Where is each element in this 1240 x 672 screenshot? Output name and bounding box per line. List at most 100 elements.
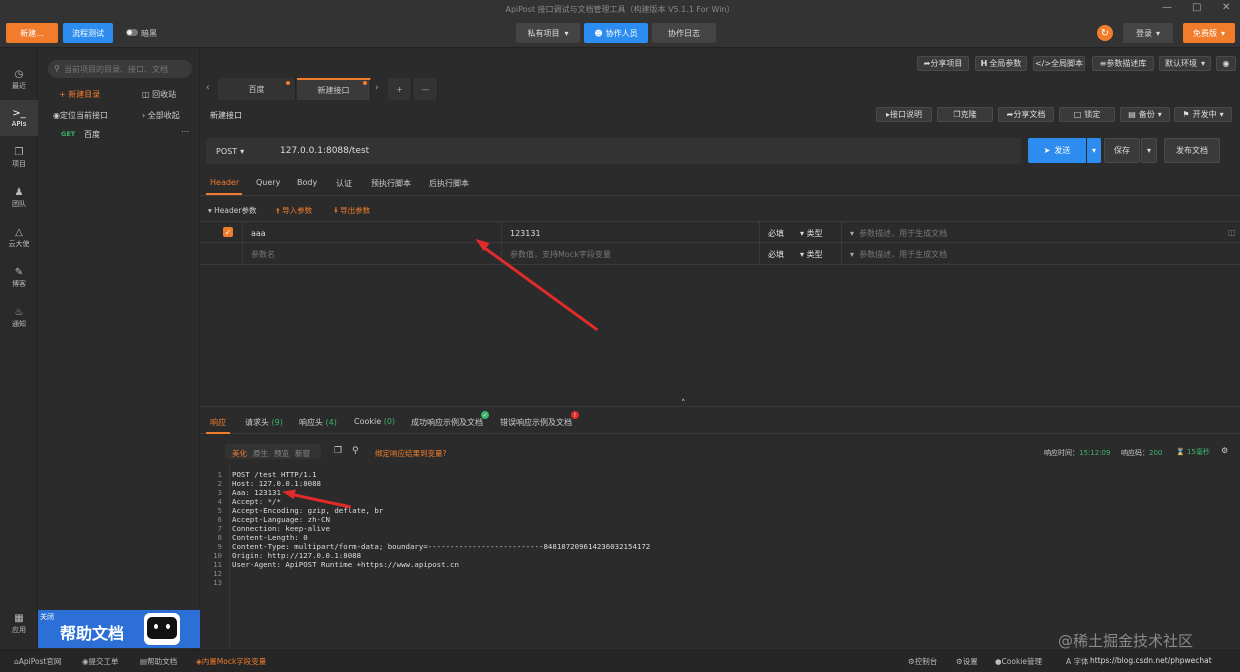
api-doc-button[interactable]: ▸ 接口说明 xyxy=(876,107,932,122)
nav-notice[interactable]: ♨ 通知 xyxy=(0,300,38,336)
tab-response[interactable]: 响应 xyxy=(210,417,226,428)
font-link[interactable]: A 字体 xyxy=(1066,656,1089,667)
tab-pre-script[interactable]: 预执行脚本 xyxy=(371,178,411,189)
publish-doc-button[interactable]: 发布文档 xyxy=(1164,138,1220,163)
copy-icon[interactable]: ❐ xyxy=(334,446,342,456)
nav-project[interactable]: ❐ 项目 xyxy=(0,140,38,176)
row-checkbox[interactable]: ✓ xyxy=(223,227,233,237)
sync-icon[interactable]: ↻ xyxy=(1097,25,1113,41)
share-project-button[interactable]: ➦ 分享项目 xyxy=(917,56,969,71)
api-name[interactable]: 新建接口 xyxy=(210,110,242,121)
free-edition-button[interactable]: 免费版 ▾ xyxy=(1183,23,1235,43)
tab-response-headers[interactable]: 响应头 (4) xyxy=(299,417,337,428)
tab-scroll-left-icon[interactable]: ‹ xyxy=(206,83,210,93)
new-folder-button[interactable]: + 新建目录 xyxy=(59,89,100,100)
tab-header[interactable]: Header xyxy=(210,178,239,187)
tab-body[interactable]: Body xyxy=(297,178,317,187)
tab-new-api[interactable]: 新建接口 xyxy=(297,78,371,100)
new-param-desc[interactable]: ▾ 参数描述，用于生成文档 xyxy=(842,243,1230,265)
tab-scroll-right-icon[interactable]: › xyxy=(375,83,379,93)
mock-link[interactable]: ◈内置Mock字段变量 xyxy=(196,656,266,667)
global-params-button[interactable]: H 全局参数 xyxy=(975,56,1027,71)
param-library-button[interactable]: ≡ 参数描述库 xyxy=(1092,56,1154,71)
response-body[interactable]: 1 POST /test HTTP/1.1 2 Host: 127.0.0.1:80… xyxy=(212,470,650,587)
nav-apis[interactable]: >_ APIs xyxy=(0,100,38,136)
search-icon[interactable]: ⚲ xyxy=(352,446,359,456)
search-input[interactable] xyxy=(48,60,192,78)
recycle-button[interactable]: ◫ 回收站 xyxy=(142,89,176,100)
env-select[interactable]: 默认环境 ▾ xyxy=(1159,56,1211,71)
settings-icon[interactable]: ⚙ xyxy=(1221,446,1228,455)
tab-cookie[interactable]: Cookie (0) xyxy=(354,417,395,426)
more-icon[interactable]: ⋯ xyxy=(181,127,189,136)
backup-button[interactable]: ▤ 备份 ▾ xyxy=(1120,107,1170,122)
help-banner[interactable]: 关闭 帮助文档 xyxy=(38,610,200,648)
clone-button[interactable]: ❐ 克隆 xyxy=(937,107,993,122)
new-button[interactable]: 新建... xyxy=(6,23,58,43)
tab-menu-button[interactable]: — xyxy=(414,78,438,100)
eye-icon[interactable]: ◉ xyxy=(1216,56,1236,71)
tab-request-headers[interactable]: 请求头 (9) xyxy=(245,417,283,428)
mode-raw[interactable]: 原生 xyxy=(253,448,268,459)
param-key[interactable]: aaa xyxy=(242,222,502,244)
save-button[interactable]: 保存 xyxy=(1104,138,1140,163)
tab-auth[interactable]: 认证 xyxy=(336,178,352,189)
send-dropdown[interactable]: ▾ xyxy=(1087,138,1101,163)
help-link[interactable]: ▤帮助文档 xyxy=(140,656,177,667)
bind-result-link[interactable]: 绑定响应结果到变量? xyxy=(375,448,446,459)
tab-query[interactable]: Query xyxy=(256,178,280,187)
header-params-section[interactable]: ▾ Header参数 xyxy=(208,205,256,216)
type-select[interactable]: ▾ 类型 xyxy=(792,222,842,244)
new-param-key[interactable]: 参数名 xyxy=(242,243,502,265)
panel-splitter[interactable] xyxy=(200,406,1240,407)
collab-button[interactable]: ☻ 协作人员 xyxy=(584,23,648,43)
param-value[interactable]: 123131 xyxy=(502,222,760,244)
nav-cloud[interactable]: △ 云大使 xyxy=(0,220,38,256)
nav-recent[interactable]: ◷ 最近 xyxy=(0,62,38,98)
status-select[interactable]: ⚑ 开发中 ▾ xyxy=(1174,107,1232,122)
minimize-icon[interactable]: — xyxy=(1162,2,1172,13)
collapse-all-button[interactable]: › 全部收起 xyxy=(142,110,180,121)
settings-link[interactable]: ⚙设置 xyxy=(956,656,978,667)
type-select[interactable]: ▾ 类型 xyxy=(792,243,842,265)
import-params-button[interactable]: 🠙 导入参数 xyxy=(276,205,312,218)
method-select[interactable]: POST ▾ xyxy=(216,138,268,164)
nav-team[interactable]: ♟ 团队 xyxy=(0,180,38,216)
login-button[interactable]: 登录 ▾ xyxy=(1123,23,1173,43)
tab-post-script[interactable]: 后执行脚本 xyxy=(429,178,469,189)
help-banner-close[interactable]: 关闭 xyxy=(40,612,54,622)
flow-test-button[interactable]: 流程测试 xyxy=(63,23,113,43)
send-icon: ➤ xyxy=(1043,146,1051,155)
collab-log-button[interactable]: 协作日志 xyxy=(652,23,716,43)
console-link[interactable]: ⚙控制台 xyxy=(908,656,937,667)
maximize-icon[interactable]: □ xyxy=(1192,2,1201,13)
global-script-button[interactable]: </> 全局脚本 xyxy=(1033,56,1085,71)
share-doc-button[interactable]: ➦ 分享文档 xyxy=(998,107,1054,122)
add-tab-button[interactable]: + xyxy=(388,78,412,100)
export-params-button[interactable]: 🠛 导出参数 xyxy=(334,205,370,218)
mode-new-window[interactable]: 新窗 xyxy=(295,448,310,459)
project-select[interactable]: 私有项目 ▾ xyxy=(516,23,580,43)
mode-preview[interactable]: 预览 xyxy=(274,448,289,459)
dark-mode-toggle[interactable] xyxy=(126,29,138,36)
nav-blog[interactable]: ✎ 博客 xyxy=(0,260,38,296)
tab-error-example[interactable]: 错误响应示例及文档 xyxy=(500,417,572,428)
trash-icon[interactable]: ◫ xyxy=(1228,228,1236,237)
lock-button[interactable]: □ 锁定 xyxy=(1059,107,1115,122)
tab-baidu[interactable]: 百度 xyxy=(218,78,296,100)
tree-item[interactable]: GET 百度 ⋯ xyxy=(48,126,200,144)
chevron-up-icon[interactable]: ˄ xyxy=(681,399,686,409)
close-icon[interactable]: ✕ xyxy=(1222,2,1230,13)
cookie-link[interactable]: ●Cookie管理 xyxy=(995,656,1042,667)
site-link[interactable]: ⌂ApiPost官网 xyxy=(14,656,61,667)
mode-beautify[interactable]: 美化 xyxy=(232,448,247,459)
param-desc[interactable]: ▾ 参数描述，用于生成文档 xyxy=(842,222,1230,244)
send-button[interactable]: ➤ 发送 xyxy=(1028,138,1086,163)
ticket-link[interactable]: ◉提交工单 xyxy=(82,656,119,667)
locate-button[interactable]: ◉定位当前接口 xyxy=(53,110,108,121)
new-param-value[interactable]: 参数值，支持Mock字段变量 xyxy=(502,243,760,265)
nav-apps[interactable]: ▦ 应用 xyxy=(0,606,38,642)
tab-success-example[interactable]: 成功响应示例及文档 xyxy=(411,417,483,428)
save-dropdown[interactable]: ▾ xyxy=(1141,138,1157,163)
url-input[interactable]: 127.0.0.1:8088/test xyxy=(280,146,369,156)
